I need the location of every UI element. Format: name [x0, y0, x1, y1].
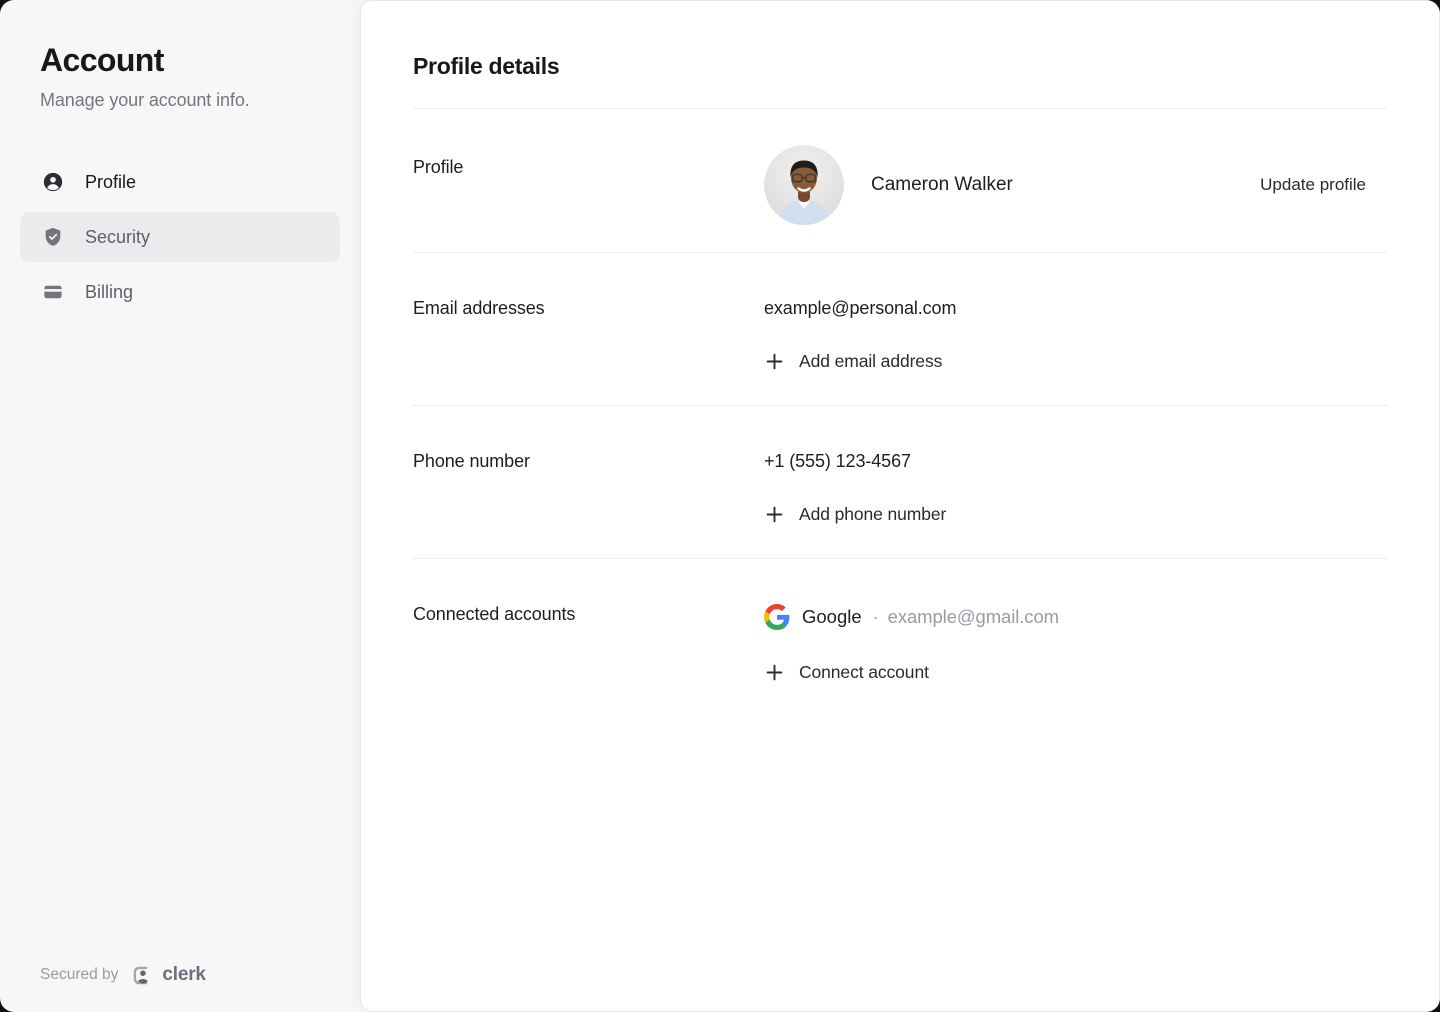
connect-account-button[interactable]: Connect account: [764, 662, 1387, 683]
profile-details-panel: Profile details Profile: [360, 0, 1440, 1012]
plus-icon: [764, 351, 785, 372]
row-label: Email addresses: [413, 298, 764, 372]
account-modal: Account Manage your account info. Profil…: [0, 0, 1440, 1012]
user-icon: [42, 171, 64, 193]
profile-line: Cameron Walker Update profile: [764, 145, 1387, 225]
sidebar-item-label: Security: [85, 227, 150, 248]
phone-values: +1 (555) 123-4567 Add phone number: [764, 451, 1387, 525]
add-phone-button[interactable]: Add phone number: [764, 504, 1387, 525]
dot-separator: ·: [873, 607, 879, 628]
shield-check-icon: [42, 226, 64, 248]
sidebar-item-security[interactable]: Security: [20, 212, 340, 262]
profile-row: Profile: [413, 108, 1387, 252]
phone-value: +1 (555) 123-4567: [764, 451, 1387, 472]
email-addresses-row: Email addresses example@personal.com Add…: [413, 252, 1387, 405]
email-values: example@personal.com Add email address: [764, 298, 1387, 372]
page-title: Account: [40, 42, 320, 79]
row-label: Profile: [413, 145, 764, 225]
connected-values: Google · example@gmail.com Connect accou…: [764, 604, 1387, 683]
clerk-logo-icon: [132, 965, 153, 986]
sidebar-nav: Profile Security Billi: [20, 157, 340, 317]
add-email-button[interactable]: Add email address: [764, 351, 1387, 372]
credit-card-icon: [42, 281, 64, 303]
email-value: example@personal.com: [764, 298, 1387, 319]
provider-email: example@gmail.com: [888, 606, 1059, 628]
sidebar-item-label: Profile: [85, 172, 136, 193]
sidebar: Account Manage your account info. Profil…: [0, 0, 360, 1012]
plus-icon: [764, 504, 785, 525]
secured-by-label: Secured by: [40, 966, 118, 984]
add-email-label: Add email address: [799, 351, 942, 372]
add-phone-label: Add phone number: [799, 504, 946, 525]
plus-icon: [764, 662, 785, 683]
google-account-item: Google · example@gmail.com: [764, 604, 1387, 630]
panel-title: Profile details: [413, 1, 1387, 108]
sidebar-item-billing[interactable]: Billing: [20, 267, 340, 317]
avatar: [764, 145, 844, 225]
row-label: Connected accounts: [413, 604, 764, 683]
update-profile-button[interactable]: Update profile: [1248, 167, 1378, 203]
connect-account-label: Connect account: [799, 662, 929, 683]
secured-by-clerk[interactable]: Secured by clerk: [40, 964, 206, 986]
clerk-wordmark: clerk: [162, 964, 205, 986]
sidebar-item-profile[interactable]: Profile: [20, 157, 340, 207]
row-label: Phone number: [413, 451, 764, 525]
connected-accounts-row: Connected accounts Google · example@gmai…: [413, 558, 1387, 716]
google-icon: [764, 604, 790, 630]
user-name: Cameron Walker: [871, 174, 1013, 196]
provider-name: Google: [802, 606, 862, 628]
sidebar-item-label: Billing: [85, 282, 133, 303]
phone-number-row: Phone number +1 (555) 123-4567 Add phone…: [413, 405, 1387, 558]
page-subtitle: Manage your account info.: [40, 90, 320, 111]
